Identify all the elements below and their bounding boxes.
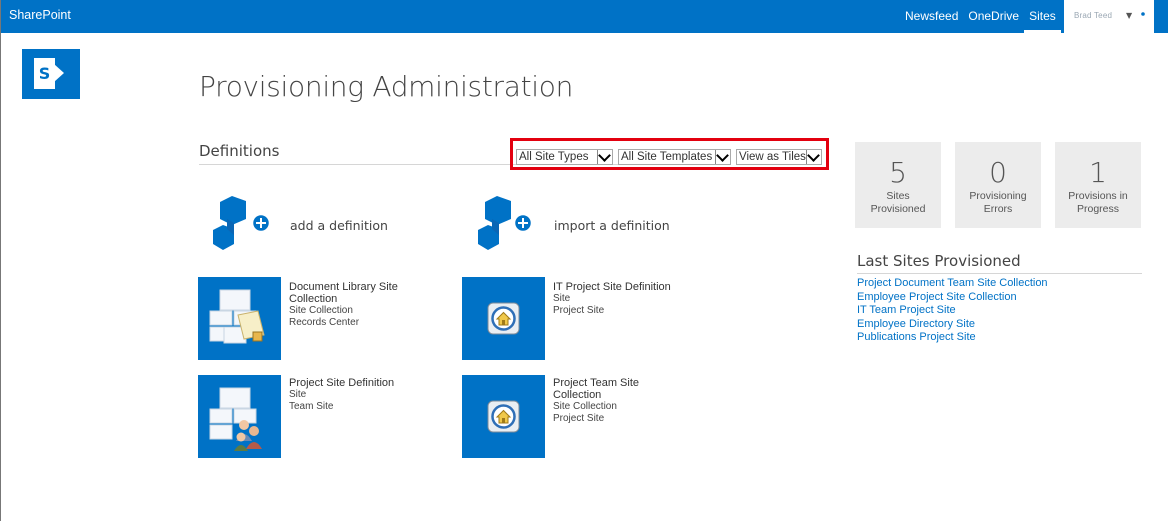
chevron-down-icon: [806, 150, 821, 164]
definitions-heading: Definitions: [199, 142, 280, 160]
definition-tile-project-site-text: Project Site Definition Site Team Site: [289, 377, 419, 413]
last-site-link[interactable]: Employee Project Site Collection: [857, 291, 1048, 305]
definition-tile-it-project[interactable]: [462, 277, 545, 360]
import-definition-icon: [478, 196, 533, 250]
last-sites-heading: Last Sites Provisioned: [857, 252, 1021, 270]
site-template-value: All Site Templates: [621, 151, 713, 163]
last-site-link[interactable]: Employee Directory Site: [857, 318, 1048, 332]
last-site-link[interactable]: IT Team Project Site: [857, 304, 1048, 318]
last-sites-divider: [857, 273, 1142, 274]
tile-template: Records Center: [289, 317, 360, 328]
stat-label: Provisioning Errors: [969, 190, 1027, 215]
suite-links: Newsfeed OneDrive Sites: [900, 0, 1061, 33]
page-title: Provisioning Administration: [199, 70, 574, 103]
stat-value: 0: [989, 156, 1007, 189]
tile-type: Site: [289, 389, 307, 400]
sharepoint-logo-icon[interactable]: S: [22, 49, 80, 99]
last-site-link[interactable]: Project Document Team Site Collection: [857, 277, 1048, 291]
stat-provisions-in-progress[interactable]: 1 Provisions in Progress: [1055, 142, 1141, 228]
tile-type: Site Collection: [289, 305, 353, 316]
suite-link-newsfeed[interactable]: Newsfeed: [900, 0, 963, 33]
definition-tile-project-team[interactable]: [462, 375, 545, 458]
tile-type: Site Collection: [553, 401, 617, 412]
stat-sites-provisioned[interactable]: 5 Sites Provisioned: [855, 142, 941, 228]
tile-template: Team Site: [289, 401, 334, 412]
definition-tile-it-project-text: IT Project Site Definition Site Project …: [553, 281, 703, 317]
team-site-icon: [209, 387, 262, 451]
last-site-link[interactable]: Publications Project Site: [857, 331, 1048, 345]
gear-icon[interactable]: [1136, 7, 1150, 25]
import-definition-button[interactable]: import a definition: [477, 195, 697, 255]
definition-tile-document-library-text: Document Library Site Collection Site Co…: [289, 281, 419, 329]
tile-title[interactable]: Project Team Site Collection: [553, 377, 663, 401]
tile-type: Site: [553, 293, 571, 304]
view-select[interactable]: View as Tiles: [736, 149, 822, 165]
stat-provisioning-errors[interactable]: 0 Provisioning Errors: [955, 142, 1041, 228]
site-type-select[interactable]: All Site Types: [516, 149, 613, 165]
tile-template: Project Site: [553, 413, 605, 424]
chevron-down-icon: [715, 150, 730, 164]
site-template-select[interactable]: All Site Templates: [618, 149, 731, 165]
suite-link-sites[interactable]: Sites: [1024, 0, 1061, 33]
stat-label: Sites Provisioned: [870, 190, 926, 215]
add-definition-label: add a definition: [290, 218, 388, 233]
suite-bar: SharePoint Newsfeed OneDrive Sites Brad …: [0, 0, 1168, 33]
filter-bar: All Site Types All Site Templates View a…: [510, 138, 829, 170]
home-icon: [487, 400, 520, 433]
definition-tile-project-site[interactable]: [198, 375, 281, 458]
tile-title[interactable]: Document Library Site Collection: [289, 281, 419, 305]
add-definition-icon: [213, 196, 271, 250]
stat-label: Provisions in Progress: [1068, 190, 1128, 215]
add-definition-button[interactable]: add a definition: [212, 195, 412, 255]
home-icon: [487, 302, 520, 335]
suite-link-onedrive[interactable]: OneDrive: [963, 0, 1024, 33]
site-type-value: All Site Types: [519, 151, 589, 163]
tile-title[interactable]: Project Site Definition: [289, 377, 419, 389]
stat-value: 1: [1089, 156, 1107, 189]
import-definition-label: import a definition: [554, 218, 670, 233]
stat-value: 5: [889, 156, 907, 189]
records-center-icon: [209, 289, 265, 344]
chevron-down-icon: ▼: [1126, 11, 1133, 20]
last-sites-list: Project Document Team Site Collection Em…: [857, 277, 1048, 345]
definition-tile-document-library[interactable]: [198, 277, 281, 360]
tile-title[interactable]: IT Project Site Definition: [553, 281, 703, 293]
tile-template: Project Site: [553, 305, 605, 316]
chevron-down-icon: [597, 150, 612, 164]
app-brand[interactable]: SharePoint: [9, 8, 71, 22]
view-value: View as Tiles: [739, 151, 806, 163]
user-name: Brad Teed: [1074, 11, 1113, 20]
definition-tile-project-team-text: Project Team Site Collection Site Collec…: [553, 377, 663, 425]
